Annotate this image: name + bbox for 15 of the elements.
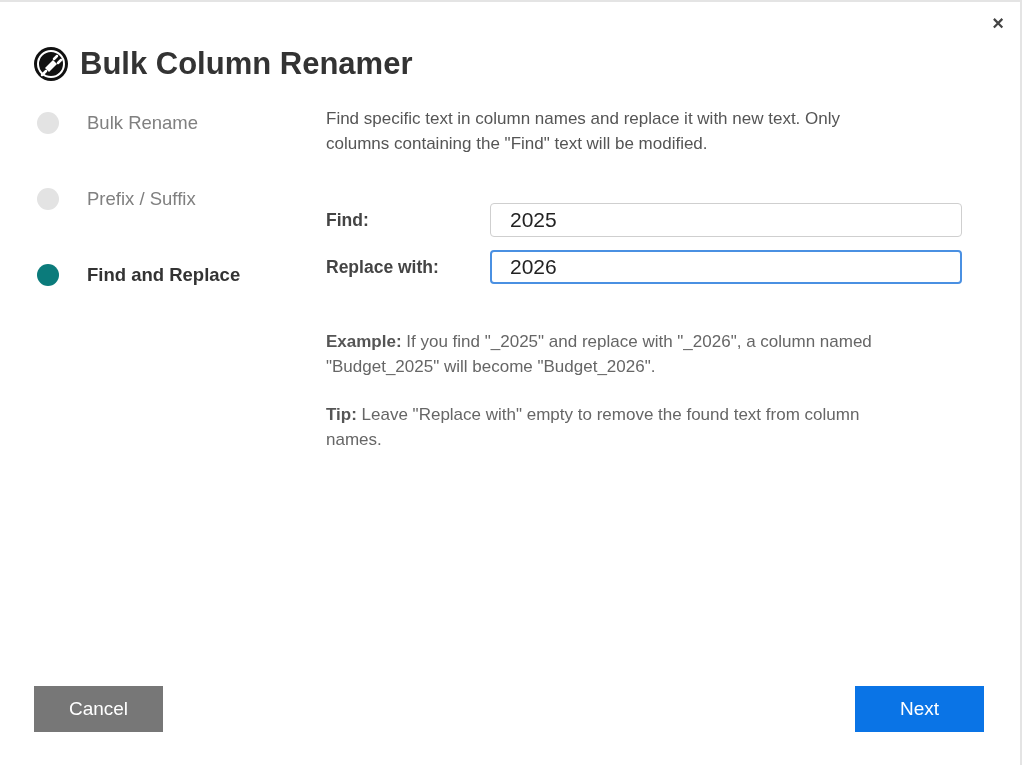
field-label: Find: bbox=[326, 208, 370, 232]
dialog-title: Bulk Column Renamer bbox=[80, 46, 413, 82]
cancel-button[interactable]: Cancel bbox=[34, 686, 163, 732]
field-label: Replace with: bbox=[326, 255, 440, 279]
logo-icon bbox=[33, 46, 69, 82]
note-text: Example: If you find "_2025" and replace with "_2026", a column named "Budget_2025" will become "Budget_2026". bbox=[326, 331, 873, 378]
text-input-field[interactable]: 2025 bbox=[490, 203, 962, 237]
step-label[interactable]: Bulk Rename bbox=[87, 111, 199, 135]
description-text: Find specific text in column names and replace it with new text. Only columns containing the "Find" text will be modified. bbox=[326, 108, 841, 155]
step-label[interactable]: Prefix / Suffix bbox=[87, 187, 196, 211]
note-text: Tip: Leave "Replace with" empty to remove the found text from column names. bbox=[326, 404, 861, 451]
close-button[interactable]: × bbox=[988, 10, 1008, 36]
next-button[interactable]: Next bbox=[855, 686, 984, 732]
text-input-field[interactable]: 2026 bbox=[490, 250, 962, 284]
step-label[interactable]: Find and Replace bbox=[87, 263, 241, 287]
